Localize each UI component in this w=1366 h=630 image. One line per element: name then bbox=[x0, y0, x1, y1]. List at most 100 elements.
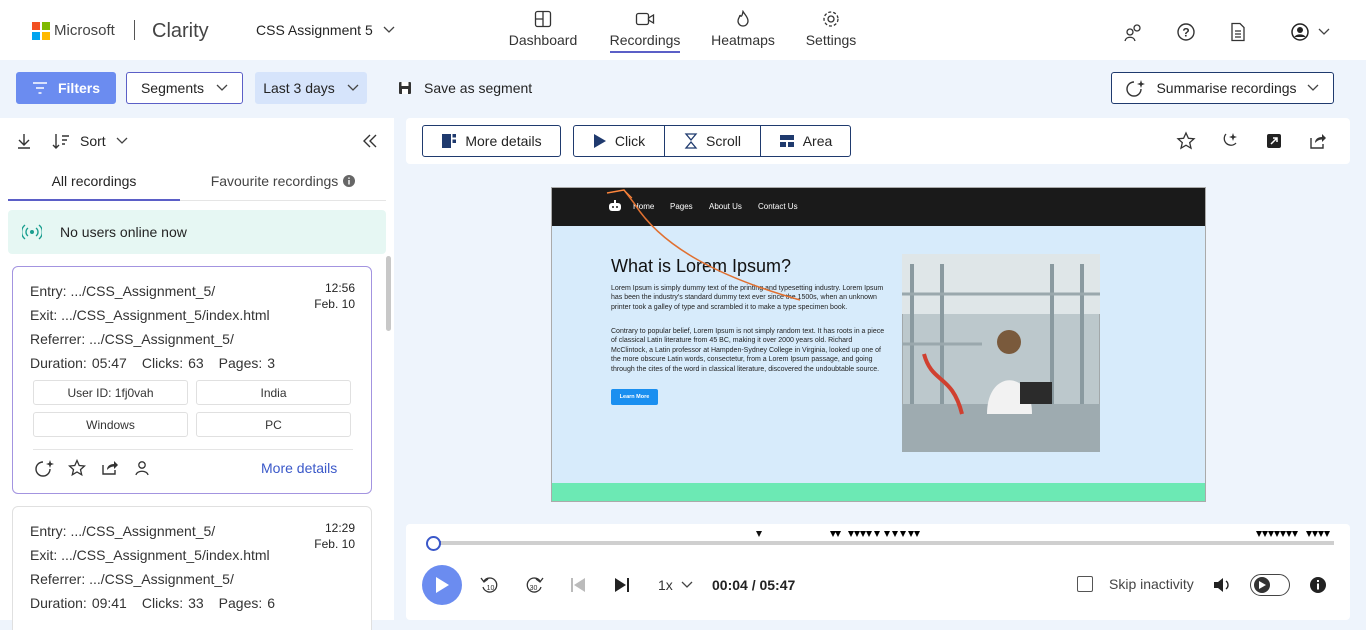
broadcast-icon bbox=[22, 224, 42, 240]
user-id-chip: User ID: 1fj0vah bbox=[33, 380, 188, 405]
nav-dashboard[interactable]: Dashboard bbox=[498, 8, 588, 48]
volume-icon[interactable] bbox=[1212, 576, 1232, 594]
summarise-label: Summarise recordings bbox=[1156, 80, 1297, 96]
clicks-value: 33 bbox=[188, 595, 204, 611]
recording-stats: Duration: 09:41 Clicks: 33 Pages: 6 bbox=[30, 595, 275, 611]
download-icon[interactable] bbox=[16, 133, 32, 149]
flame-icon bbox=[737, 10, 749, 27]
time-separator: / bbox=[747, 577, 760, 593]
more-details-link[interactable]: More details bbox=[261, 460, 337, 476]
recording-stats: Duration: 05:47 Clicks: 63 Pages: 3 bbox=[30, 355, 275, 371]
entry-url: Entry: .../CSS_Assignment_5/ bbox=[30, 523, 216, 539]
click-heatmap-button[interactable]: Click bbox=[573, 125, 665, 157]
click-event-markers bbox=[756, 531, 1330, 537]
card-divider bbox=[33, 449, 353, 450]
nav-heatmaps[interactable]: Heatmaps bbox=[698, 8, 788, 48]
rewind-10-icon[interactable]: 10 bbox=[480, 575, 500, 595]
star-icon[interactable] bbox=[68, 459, 86, 477]
details-panel-icon bbox=[442, 134, 457, 148]
forward-30-icon[interactable]: 30 bbox=[524, 575, 544, 595]
recording-card[interactable]: Entry: .../CSS_Assignment_5/ Exit: .../C… bbox=[12, 506, 372, 630]
scroll-icon bbox=[684, 133, 698, 149]
summarise-recordings-button[interactable]: Summarise recordings bbox=[1111, 72, 1334, 104]
duration-label: Duration: bbox=[30, 595, 87, 611]
referrer-url: Referrer: .../CSS_Assignment_5/ bbox=[30, 331, 234, 347]
help-icon[interactable]: ? bbox=[1176, 22, 1196, 42]
share-project-icon[interactable] bbox=[1124, 22, 1144, 42]
site-hero-image bbox=[902, 254, 1100, 452]
favourite-star-icon[interactable] bbox=[1176, 131, 1196, 151]
share-icon[interactable] bbox=[1308, 131, 1328, 151]
save-as-segment-button[interactable]: Save as segment bbox=[398, 80, 532, 96]
summarise-icon[interactable] bbox=[35, 459, 55, 477]
time-display: 00:04 / 05:47 bbox=[712, 577, 795, 593]
project-selector[interactable]: CSS Assignment 5 bbox=[256, 22, 395, 38]
open-new-window-icon[interactable] bbox=[1264, 131, 1284, 151]
pages-label: Pages: bbox=[218, 355, 263, 371]
video-icon bbox=[635, 12, 655, 26]
chevron-down-icon bbox=[1307, 84, 1318, 91]
nav-recordings[interactable]: Recordings bbox=[600, 8, 690, 53]
nav-recordings-label: Recordings bbox=[609, 32, 681, 53]
recording-date: Feb. 10 bbox=[314, 297, 355, 311]
toggle-knob bbox=[1254, 577, 1270, 593]
recording-card[interactable]: Entry: .../CSS_Assignment_5/ Exit: .../C… bbox=[12, 266, 372, 494]
svg-text:30: 30 bbox=[530, 585, 538, 592]
brand-divider bbox=[134, 20, 135, 40]
scroll-label: Scroll bbox=[705, 133, 741, 149]
timeline-track[interactable] bbox=[430, 541, 1334, 545]
svg-text:10: 10 bbox=[487, 585, 495, 592]
info-icon[interactable] bbox=[1309, 576, 1327, 594]
speed-value: 1x bbox=[658, 577, 673, 593]
user-icon[interactable] bbox=[134, 460, 150, 476]
play-button[interactable] bbox=[422, 565, 462, 605]
save-icon bbox=[399, 82, 411, 94]
duration-label: Duration: bbox=[30, 355, 87, 371]
previous-page-icon[interactable] bbox=[570, 577, 586, 593]
exit-url: Exit: .../CSS_Assignment_5/index.html bbox=[30, 307, 270, 323]
account-menu[interactable] bbox=[1290, 22, 1330, 42]
area-icon bbox=[779, 135, 794, 147]
segments-dropdown[interactable]: Segments bbox=[126, 72, 243, 104]
nav-dashboard-label: Dashboard bbox=[508, 32, 578, 48]
brand-microsoft: Microsoft bbox=[54, 22, 115, 39]
recordings-scrollbar[interactable] bbox=[386, 256, 391, 331]
timeline-handle[interactable] bbox=[426, 536, 441, 551]
tab-all-recordings[interactable]: All recordings bbox=[8, 162, 180, 201]
os-chip: Windows bbox=[33, 412, 188, 437]
recording-viewport[interactable]: Home Pages About Us Contact Us What is L… bbox=[551, 187, 1206, 502]
next-page-icon[interactable] bbox=[614, 577, 630, 593]
autoplay-toggle[interactable] bbox=[1250, 574, 1290, 596]
clicks-value: 63 bbox=[188, 355, 204, 371]
project-name: CSS Assignment 5 bbox=[256, 22, 373, 38]
document-icon[interactable] bbox=[1228, 22, 1248, 42]
share-icon[interactable] bbox=[101, 459, 119, 477]
top-nav-bar: Microsoft Clarity CSS Assignment 5 Dashb… bbox=[0, 0, 1366, 60]
more-details-button[interactable]: More details bbox=[422, 125, 561, 157]
scroll-heatmap-button[interactable]: Scroll bbox=[664, 125, 761, 157]
collapse-panel-icon[interactable] bbox=[362, 133, 378, 149]
clicks-label: Clicks: bbox=[141, 595, 184, 611]
magic-icon[interactable] bbox=[1220, 131, 1240, 151]
site-paragraph-2: Contrary to popular belief, Lorem Ipsum … bbox=[611, 328, 885, 373]
nav-settings-label: Settings bbox=[805, 32, 857, 48]
tab-favourite-recordings[interactable]: Favourite recordings bbox=[180, 162, 386, 201]
recordings-panel: Sort All recordings Favourite recordings… bbox=[0, 118, 394, 630]
nav-heatmaps-label: Heatmaps bbox=[711, 32, 775, 48]
area-label: Area bbox=[802, 133, 833, 149]
skip-inactivity-checkbox[interactable] bbox=[1077, 576, 1093, 592]
nav-settings[interactable]: Settings bbox=[786, 8, 876, 48]
area-heatmap-button[interactable]: Area bbox=[760, 125, 851, 157]
sort-label: Sort bbox=[80, 133, 106, 149]
chevron-down-icon bbox=[1318, 28, 1330, 35]
chevron-down-icon bbox=[347, 84, 359, 91]
filters-button[interactable]: Filters bbox=[16, 72, 116, 104]
entry-url: Entry: .../CSS_Assignment_5/ bbox=[30, 283, 216, 299]
chevron-down-icon bbox=[116, 137, 128, 144]
sort-dropdown[interactable]: Sort bbox=[52, 133, 128, 149]
date-range-dropdown[interactable]: Last 3 days bbox=[255, 72, 367, 104]
pages-value: 6 bbox=[267, 595, 276, 611]
time-total: 05:47 bbox=[759, 577, 796, 593]
playback-speed-dropdown[interactable]: 1x bbox=[658, 577, 693, 593]
duration-value: 09:41 bbox=[91, 595, 127, 611]
